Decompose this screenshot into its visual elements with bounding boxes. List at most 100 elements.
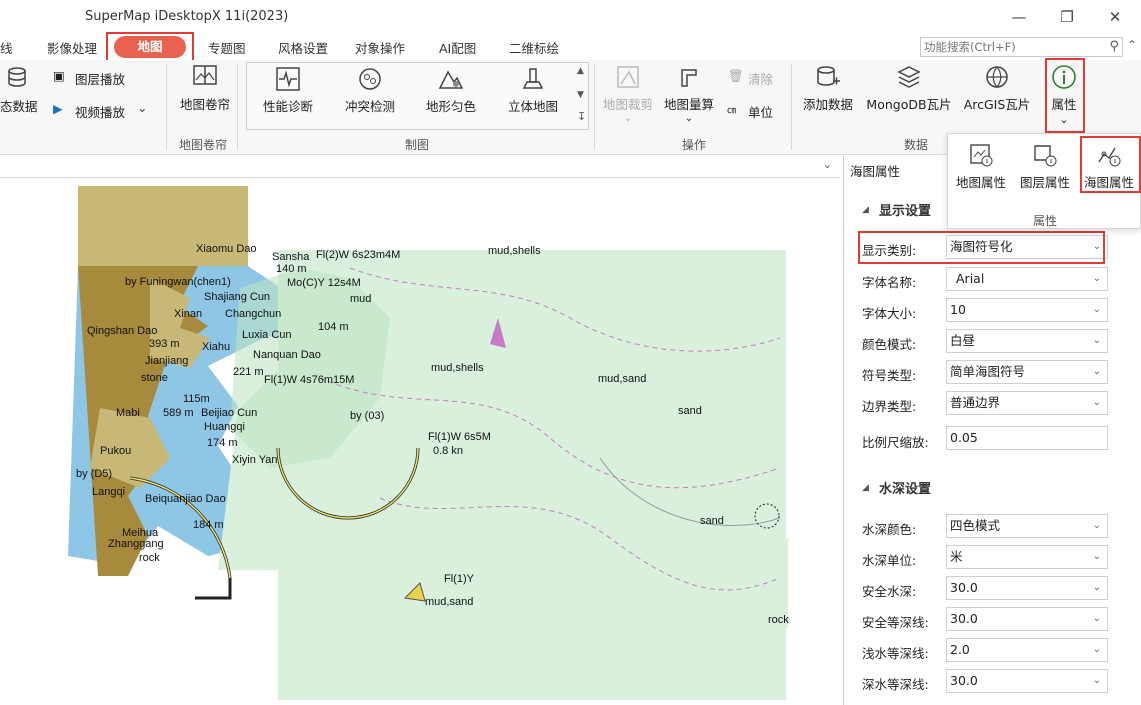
display-settings-header[interactable]: 显示设置 [879,200,931,219]
depth-unit-select[interactable]: 米 ⌄ [946,545,1108,569]
map-label: 104 m [318,321,349,333]
safe-contour-select[interactable]: 30.0 ⌄ [946,607,1108,631]
layer-property-label: 图层属性 [1019,175,1070,190]
arcgis-tile-button[interactable]: ArcGIS瓦片 [960,64,1034,113]
map-label: Xinan [174,308,202,320]
app-title: SuperMap iDesktopX 11i(2023) [85,9,289,24]
font-name-select[interactable]: Arial ⌄ [946,267,1108,291]
video-play-button[interactable]: 视频播放 [75,102,125,121]
map-clip-button[interactable]: 地图裁剪 ⌄ [600,64,656,124]
sea-area-south [358,538,788,628]
depth-color-select[interactable]: 四色模式 ⌄ [946,514,1108,538]
minimize-icon[interactable]: — [1004,6,1034,28]
clear-button[interactable]: 清除 [748,69,773,88]
map-label: Fl(1)W 4s76m15M [264,374,354,386]
tab-ai-mapping[interactable]: AI配图 [439,38,476,57]
map-window[interactable]: ⌄ Xiaomu Dao Sansha Fl(2)W 6s23m4M 140 m… [0,156,840,705]
color-mode-select[interactable]: 白昼 ⌄ [946,329,1108,353]
map-measure-button[interactable]: 地图量算 ⌄ [661,64,717,124]
terrain-icon [438,70,464,89]
function-search[interactable]: ⚲ [920,37,1123,57]
map-label: mud,sand [425,596,473,608]
layer-property-item[interactable]: 图层属性 [1014,140,1076,191]
font-size-select[interactable]: 10 ⌄ [946,298,1108,322]
collapse-display-icon[interactable]: ◢ [862,205,869,215]
mongodb-tile-label: MongoDB瓦片 [866,97,952,112]
map-label: Mabi [116,407,140,419]
map-label: 184 m [193,519,224,531]
add-data-button[interactable]: 添加数据 [799,64,857,113]
shallow-contour-select[interactable]: 2.0 ⌄ [946,638,1108,662]
map-property-label: 地图属性 [955,175,1006,190]
highlight-box-property [1045,58,1085,133]
map-label: 589 m [163,407,194,419]
map-label: mud,shells [488,245,541,257]
tab-line[interactable]: 线 [0,38,13,57]
deep-contour-select[interactable]: 30.0 ⌄ [946,669,1108,693]
clip-dropdown-icon[interactable]: ⌄ [600,113,656,124]
map-label: Xiahu [202,341,230,353]
conflict-detection-button[interactable]: 冲突检测 [337,66,403,115]
map-label: Langqi [92,486,125,498]
search-input[interactable] [921,38,1101,56]
gallery-down-icon[interactable]: ▼ [577,90,584,100]
highlight-box-chart-property [1080,136,1141,193]
collapse-depth-icon[interactable]: ◢ [862,483,869,493]
safe-depth-select[interactable]: 30.0 ⌄ [946,576,1108,600]
measure-dropdown-icon[interactable]: ⌄ [661,113,717,124]
unit-button[interactable]: 单位 [748,102,773,121]
symbol-type-select[interactable]: 简单海图符号 ⌄ [946,360,1108,384]
map-property-item[interactable]: 地图属性 [950,140,1012,191]
unit-icon: ㎝ [727,106,737,116]
video-play-dropdown-icon[interactable]: ⌄ [137,100,147,115]
map-curtain-button[interactable]: 地图卷帘 [177,64,233,113]
mongodb-tile-button[interactable]: MongoDB瓦片 [863,64,955,113]
tab-thematic-map[interactable]: 专题图 [208,38,246,57]
conflict-detection-label: 冲突检测 [344,99,395,114]
collapse-ribbon-icon[interactable]: ⌃ [1127,38,1137,52]
performance-diagnosis-button[interactable]: 性能诊断 [255,66,321,115]
map-measure-label: 地图量算 [663,97,714,112]
trash-icon: 🗑 [728,68,744,83]
boundary-type-label: 边界类型: [862,399,917,414]
tab-style-settings[interactable]: 风格设置 [278,38,328,57]
map-label: Beiquanjiao Dao [145,493,226,505]
layer-play-button[interactable]: 图层播放 [75,69,125,88]
map-window-menu-icon[interactable]: ⌄ [823,158,832,171]
tab-object-operations[interactable]: 对象操作 [355,38,405,57]
map-label: Luxia Cun [242,329,292,341]
search-icon[interactable]: ⚲ [1109,39,1119,54]
performance-icon [276,67,300,91]
ribbon-separator [166,64,167,150]
dynamic-data-button[interactable]: 态数据 [0,96,38,115]
map-label: Sansha [272,251,310,263]
boundary-type-select[interactable]: 普通边界 ⌄ [946,391,1108,415]
scale-zoom-input[interactable]: 0.05 [946,426,1108,450]
font-size-label: 字体大小: [862,306,917,321]
map-label: 140 m [276,263,307,275]
terrain-color-button[interactable]: 地形匀色 [418,66,484,115]
nautical-chart[interactable]: Xiaomu Dao Sansha Fl(2)W 6s23m4M 140 m M… [0,178,840,705]
map-label: Fl(2)W 6s23m4M [316,249,400,261]
map-curtain-icon [193,65,217,85]
gallery-expand-icon[interactable]: ↧ [577,110,586,123]
map-label: Qingshan Dao [87,325,157,337]
map-label: by Funingwan(chen1) [125,276,231,288]
map-clip-label: 地图裁剪 [602,97,653,112]
layer-property-icon [1034,145,1057,167]
map-label: sand [678,405,702,417]
tab-image-processing[interactable]: 影像处理 [47,38,97,57]
restore-icon[interactable]: ❐ [1052,6,1082,28]
symbol-type-label: 符号类型: [862,368,917,383]
close-icon[interactable]: ✕ [1100,6,1130,28]
tab-2d-plotting[interactable]: 二维标绘 [509,38,559,57]
gallery-up-icon[interactable]: ▲ [577,66,584,76]
3d-map-button[interactable]: 立体地图 [500,66,566,115]
map-label: Beijiao Cun [201,407,257,419]
map-label: Jianjiang [145,355,188,367]
map-label: 0.8 kn [433,445,463,457]
depth-settings-header[interactable]: 水深设置 [879,478,931,497]
group-label-data: 数据 [904,138,929,152]
map-label: Nanquan Dao [253,349,321,361]
panel-scrollbar[interactable] [1128,180,1136,700]
